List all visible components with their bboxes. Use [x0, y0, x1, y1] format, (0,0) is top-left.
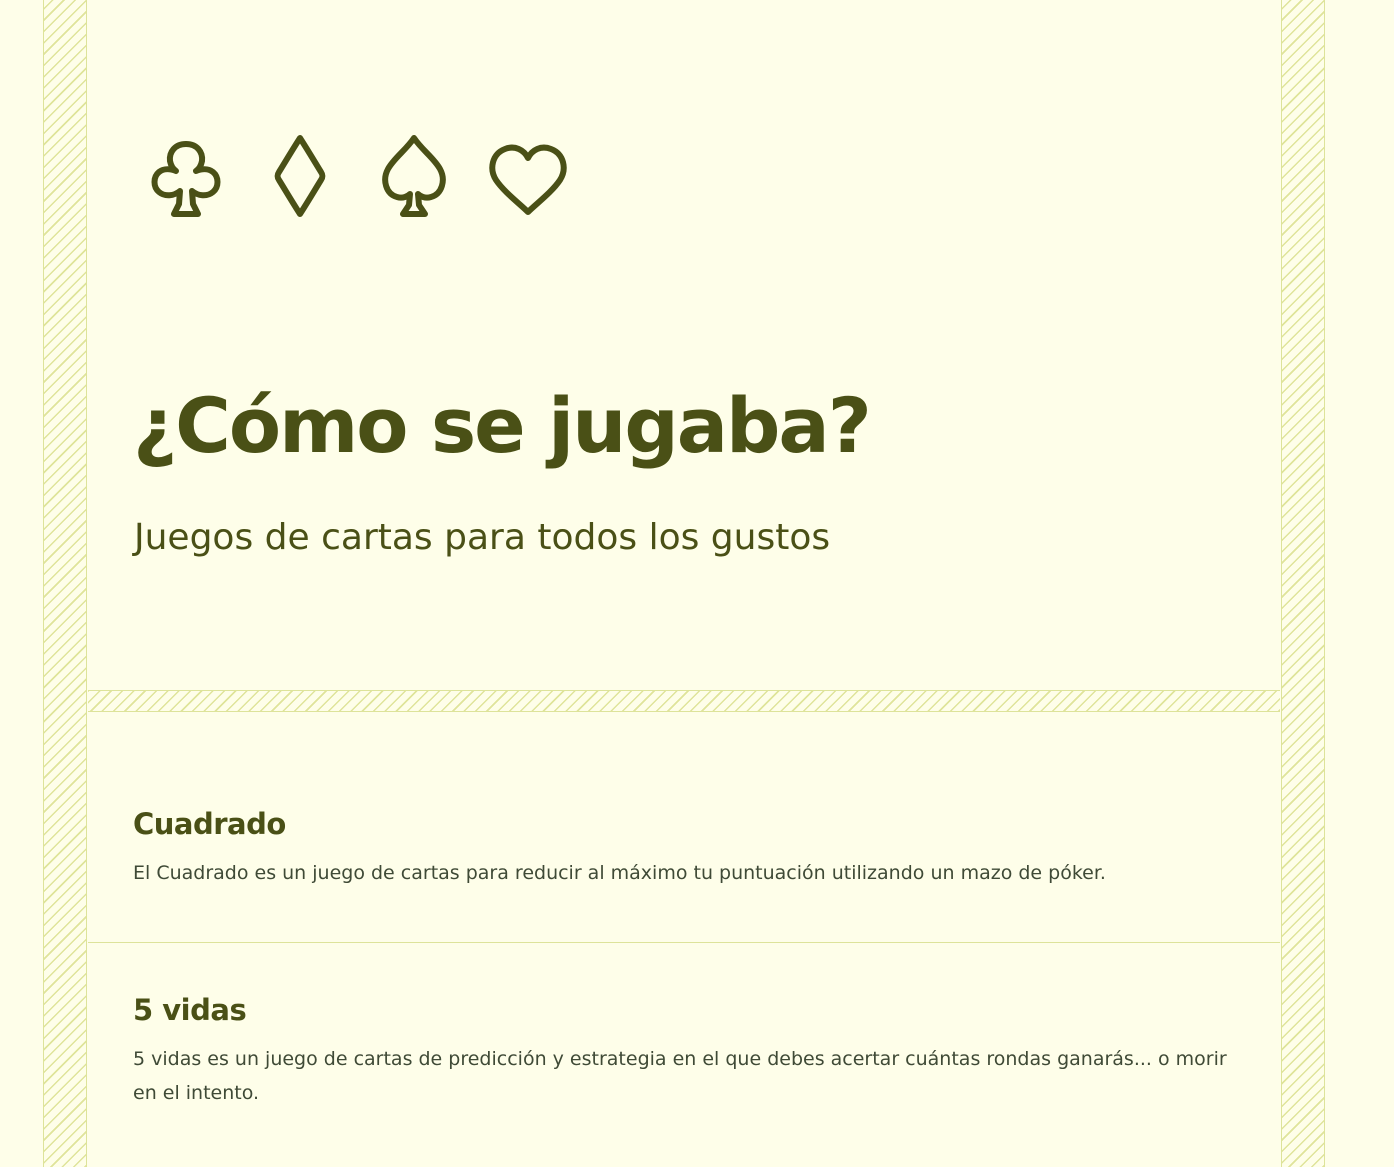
left-decorative-rail: [43, 0, 87, 1167]
heart-icon: [480, 128, 576, 224]
club-icon: [138, 128, 234, 224]
game-title[interactable]: 5 vidas: [133, 993, 1235, 1028]
game-description: 5 vidas es un juego de cartas de predicc…: [133, 1047, 1227, 1104]
spade-icon: [366, 128, 462, 224]
diamond-icon: [252, 128, 348, 224]
page-title: ¿Cómo se jugaba?: [133, 381, 872, 470]
hero-section: ¿Cómo se jugaba? Juegos de cartas para t…: [88, 0, 1280, 690]
right-decorative-rail: [1281, 0, 1325, 1167]
section-divider: [88, 690, 1280, 712]
games-list: Cuadrado El Cuadrado es un juego de cart…: [88, 712, 1280, 1110]
main-content: ¿Cómo se jugaba? Juegos de cartas para t…: [88, 0, 1280, 1167]
game-title[interactable]: Cuadrado: [133, 807, 1235, 842]
card-suits-row: [138, 128, 594, 224]
page-subtitle: Juegos de cartas para todos los gustos: [134, 517, 831, 558]
game-description: El Cuadrado es un juego de cartas para r…: [133, 861, 1106, 884]
game-item-5-vidas[interactable]: 5 vidas 5 vidas es un juego de cartas de…: [88, 943, 1280, 1110]
game-item-cuadrado[interactable]: Cuadrado El Cuadrado es un juego de cart…: [88, 712, 1280, 943]
